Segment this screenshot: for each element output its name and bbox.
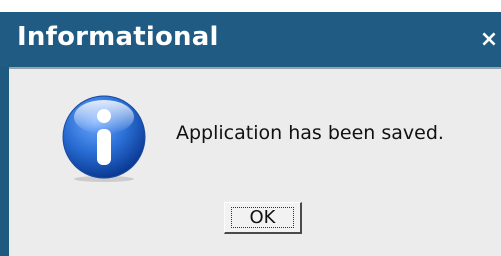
informational-dialog: Informational × Application has been sav… — [0, 12, 501, 256]
dialog-message: Application has been saved. — [176, 122, 444, 144]
info-icon — [62, 95, 146, 182]
dialog-titlebar[interactable]: Informational × — [0, 12, 501, 67]
ok-button-label: OK — [249, 206, 276, 228]
dialog-body: Application has been saved. OK — [9, 67, 501, 256]
close-icon[interactable]: × — [479, 29, 499, 51]
dialog-title: Informational — [17, 22, 219, 52]
focus-ring: OK — [231, 207, 294, 228]
ok-button[interactable]: OK — [224, 202, 302, 234]
